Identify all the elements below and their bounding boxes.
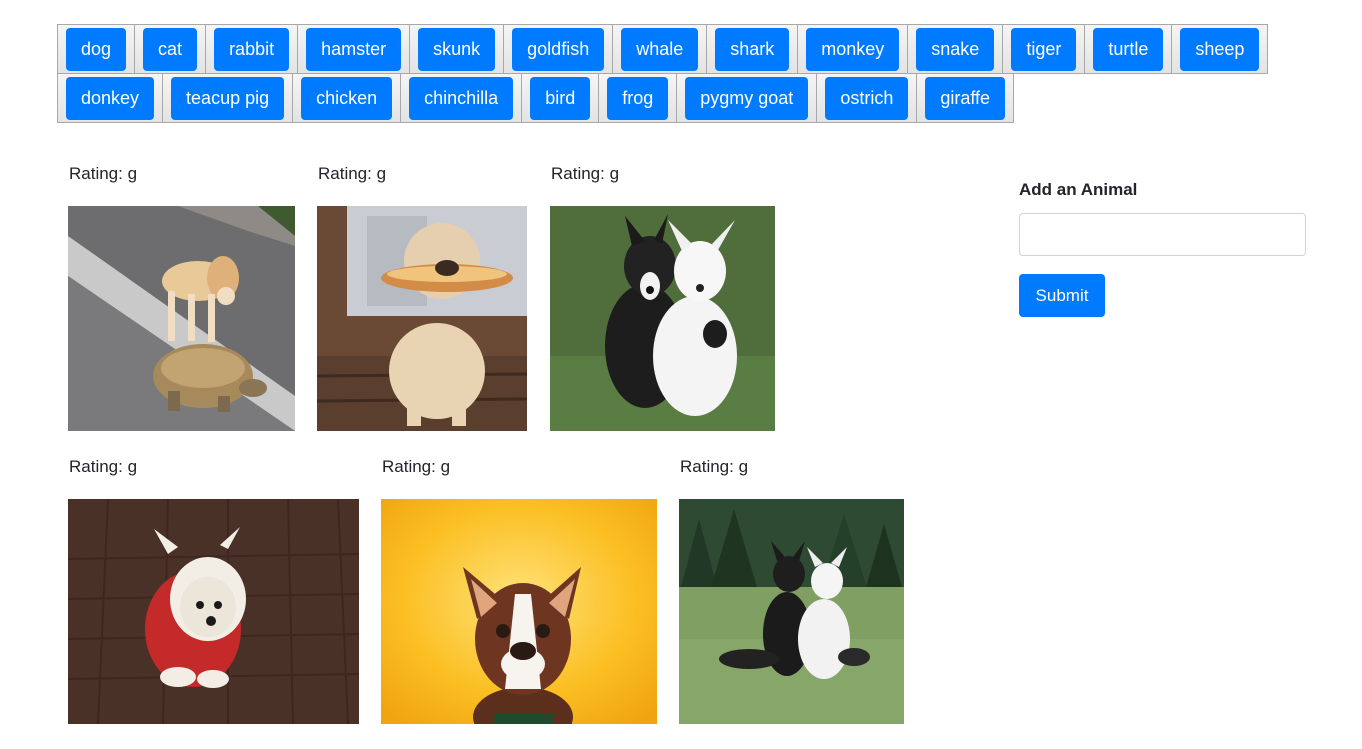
gif-rating: Rating: g <box>551 164 620 183</box>
animal-button-rabbit[interactable]: rabbit <box>214 27 290 71</box>
button-cell: bird <box>522 74 600 122</box>
animal-button-whale[interactable]: whale <box>621 27 699 71</box>
gif-collies-in-park[interactable] <box>679 499 904 724</box>
gif-image <box>68 206 295 431</box>
animal-button-monkey[interactable]: monkey <box>806 27 900 71</box>
animal-input[interactable] <box>1019 213 1306 256</box>
button-cell: chicken <box>293 74 402 122</box>
button-cell: frog <box>599 74 678 122</box>
button-cell: ostrich <box>817 74 918 122</box>
gif-dog-on-tortoise[interactable] <box>68 206 295 431</box>
button-cell: hamster <box>298 25 411 73</box>
button-cell: monkey <box>798 25 909 73</box>
button-cell: pygmy goat <box>677 74 818 122</box>
button-cell: donkey <box>57 74 164 122</box>
animal-button-chinchilla[interactable]: chinchilla <box>409 76 514 120</box>
animal-button-giraffe[interactable]: giraffe <box>925 76 1006 120</box>
gif-rating: Rating: g <box>69 457 138 476</box>
gif-rating: Rating: g <box>69 164 138 183</box>
gif-image <box>550 206 775 431</box>
gif-dog-with-hot-dog[interactable] <box>317 206 527 431</box>
animal-button-tiger[interactable]: tiger <box>1011 27 1077 71</box>
animal-buttons-row-2: donkey teacup pig chicken chinchilla bir… <box>57 73 1015 123</box>
animal-button-bird[interactable]: bird <box>530 76 591 120</box>
submit-button[interactable]: Submit <box>1019 274 1105 317</box>
button-cell: turtle <box>1085 25 1173 73</box>
animal-buttons-row-1: dog cat rabbit hamster skunk goldfish wh… <box>57 24 1269 74</box>
animal-button-turtle[interactable]: turtle <box>1093 27 1164 71</box>
gif-two-border-collies[interactable] <box>550 206 775 431</box>
button-cell: teacup pig <box>163 74 294 122</box>
gif-image <box>317 206 527 431</box>
button-cell: sheep <box>1172 25 1269 73</box>
gif-boston-terrier[interactable] <box>381 499 657 724</box>
animal-button-goldfish[interactable]: goldfish <box>512 27 605 71</box>
gif-rating: Rating: g <box>382 457 451 476</box>
gif-image <box>679 499 904 724</box>
animal-button-hamster[interactable]: hamster <box>306 27 402 71</box>
button-cell: goldfish <box>504 25 614 73</box>
gif-rating: Rating: g <box>318 164 387 183</box>
button-cell: skunk <box>410 25 505 73</box>
button-cell: tiger <box>1003 25 1086 73</box>
animal-button-frog[interactable]: frog <box>607 76 669 120</box>
animal-button-cat[interactable]: cat <box>143 27 198 71</box>
button-cell: dog <box>57 25 136 73</box>
button-cell: chinchilla <box>401 74 523 122</box>
animal-button-dog[interactable]: dog <box>66 27 127 71</box>
animal-button-teacup-pig[interactable]: teacup pig <box>171 76 285 120</box>
button-cell: rabbit <box>206 25 299 73</box>
animal-button-pygmy-goat[interactable]: pygmy goat <box>685 76 809 120</box>
add-animal-heading: Add an Animal <box>1019 180 1138 199</box>
animal-button-snake[interactable]: snake <box>916 27 995 71</box>
gif-image <box>68 499 359 724</box>
button-cell: snake <box>908 25 1004 73</box>
button-cell: giraffe <box>917 74 1015 122</box>
button-cell: cat <box>135 25 207 73</box>
gif-image <box>381 499 657 724</box>
animal-button-chicken[interactable]: chicken <box>301 76 393 120</box>
button-cell: whale <box>613 25 708 73</box>
button-cell: shark <box>707 25 799 73</box>
gif-rating: Rating: g <box>680 457 749 476</box>
animal-button-shark[interactable]: shark <box>715 27 790 71</box>
page: dog cat rabbit hamster skunk goldfish wh… <box>0 0 1362 749</box>
animal-button-sheep[interactable]: sheep <box>1180 27 1260 71</box>
animal-button-ostrich[interactable]: ostrich <box>825 76 909 120</box>
gif-reindeer-puppy[interactable] <box>68 499 359 724</box>
animal-button-donkey[interactable]: donkey <box>66 76 155 120</box>
animal-button-skunk[interactable]: skunk <box>418 27 496 71</box>
